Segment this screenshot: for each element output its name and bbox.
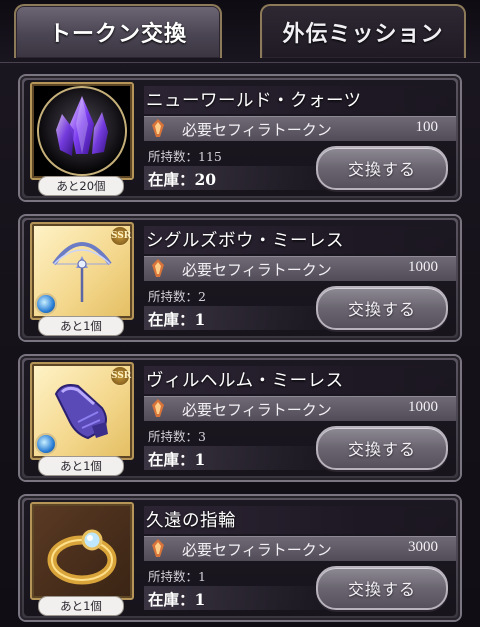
item-name: ヴィルヘルム・ミーレス xyxy=(146,371,344,391)
ssr-badge: SSR xyxy=(110,226,131,246)
bow-weapon-icon: SSR xyxy=(30,222,134,320)
owned-count: 所持数：1 xyxy=(148,569,206,584)
stock-count: 在庫：1 xyxy=(148,450,206,469)
list-item: あと20個 ニューワールド・クォーツ 必要セフィラトークン 100 所持数：11… xyxy=(20,76,460,200)
cost-label: 必要セフィラトークン xyxy=(182,541,332,559)
sephira-token-icon xyxy=(152,539,164,557)
cost-label: 必要セフィラトークン xyxy=(182,121,332,139)
remaining-count: あと1個 xyxy=(38,596,124,616)
stock-count: 在庫：1 xyxy=(148,590,206,609)
tab-token-exchange[interactable]: トークン交換 xyxy=(14,4,222,58)
list-item: あと1個 久遠の指輪 必要セフィラトークン 3000 所持数：1 在庫：1 交換… xyxy=(20,496,460,620)
gauntlet-weapon-icon: SSR xyxy=(30,362,134,460)
cost-value: 1000 xyxy=(408,259,438,275)
cost-value: 3000 xyxy=(408,539,438,555)
sephira-token-icon xyxy=(152,119,164,137)
list-item: SSR あと1個 シグルズボウ・ミーレス 必要セフィラトークン 1000 所持数… xyxy=(20,216,460,340)
tab-label: トークン交換 xyxy=(48,22,187,47)
element-gem-icon xyxy=(35,433,57,455)
cost-value: 1000 xyxy=(408,399,438,415)
stock-count: 在庫：20 xyxy=(148,170,217,189)
cost-value: 100 xyxy=(415,119,439,135)
sephira-token-icon xyxy=(152,259,164,277)
tab-label: 外伝ミッション xyxy=(282,22,444,47)
sephira-token-icon xyxy=(152,399,164,417)
gold-ring-icon xyxy=(30,502,134,600)
crystal-orb-icon xyxy=(30,82,134,180)
exchange-button[interactable]: 交換する xyxy=(316,146,448,190)
tab-bar: トークン交換 外伝ミッション xyxy=(0,0,480,63)
element-gem-icon xyxy=(35,293,57,315)
item-name: シグルズボウ・ミーレス xyxy=(146,231,344,251)
exchange-button[interactable]: 交換する xyxy=(316,566,448,610)
remaining-count: あと20個 xyxy=(38,176,124,196)
exchange-button[interactable]: 交換する xyxy=(316,426,448,470)
item-name: 久遠の指輪 xyxy=(146,511,236,531)
item-name: ニューワールド・クォーツ xyxy=(146,91,362,111)
exchange-button[interactable]: 交換する xyxy=(316,286,448,330)
tab-side-story-mission[interactable]: 外伝ミッション xyxy=(260,4,466,58)
owned-count: 所持数：2 xyxy=(148,289,206,304)
cost-label: 必要セフィラトークン xyxy=(182,261,332,279)
remaining-count: あと1個 xyxy=(38,316,124,336)
remaining-count: あと1個 xyxy=(38,456,124,476)
list-item: SSR あと1個 ヴィルヘルム・ミーレス 必要セフィラトークン 1000 所持数… xyxy=(20,356,460,480)
stock-count: 在庫：1 xyxy=(148,310,206,329)
ssr-badge: SSR xyxy=(110,366,131,386)
cost-label: 必要セフィラトークン xyxy=(182,401,332,419)
owned-count: 所持数：115 xyxy=(148,149,222,164)
owned-count: 所持数：3 xyxy=(148,429,206,444)
